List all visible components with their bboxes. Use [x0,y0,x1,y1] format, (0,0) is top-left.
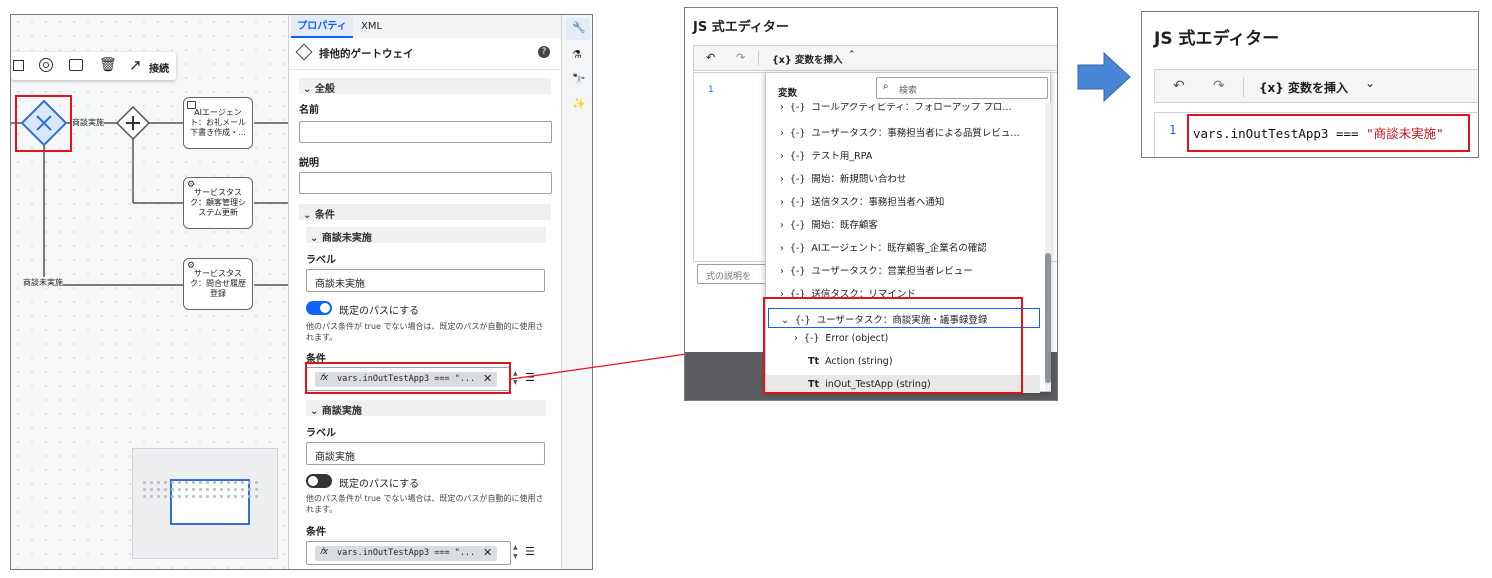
line-number: 1 [708,85,714,95]
dropdown-header: 変数 [778,88,798,99]
list-item[interactable]: › {-} 開始：新規問い合わせ [780,171,906,189]
undo-icon[interactable]: ↶ [1173,78,1185,94]
expanded-variable-highlight [763,297,1023,394]
expression-highlight [305,362,511,394]
list-item-label: 開始：既存顧客 [811,220,878,231]
insert-variable-button[interactable]: {x} 変数を挿入 [1259,79,1348,96]
description-input[interactable]: 式の説明を [697,264,767,284]
chevron-right-icon: › [780,151,790,162]
chevron-down-icon: ⌄ [1365,76,1376,90]
search-icon: ⌕ [883,81,889,92]
var-type-icon: {-} [789,266,812,277]
var-type-icon: {-} [789,220,812,231]
chevron-right-icon: › [780,174,790,185]
list-item[interactable]: › {-} ユーザータスク：営業担当者レビュー [780,263,973,281]
js-editor-dropdown-panel: JS 式エディター ↶ ↷ {x} 変数を挿入 ⌃ 1 式の説明を 変数 ⌕ 検… [684,7,1058,401]
list-item[interactable]: › {-} ゴールアクティビティ：フォローアップ プロ... [780,103,1012,117]
dropdown-scrollbar[interactable] [1045,103,1051,391]
list-item-label: 開始：新規問い合わせ [811,174,907,185]
editor-title: JS 式エディター [1154,29,1280,49]
list-item-label: ユーザータスク：事務担当者による品質レビュ... [811,128,1020,139]
undo-icon[interactable]: ↶ [706,51,715,64]
list-item-label: 送信タスク：事務担当者へ通知 [811,197,945,208]
var-type-icon: {-} [789,151,812,162]
list-item-label: テスト用_RPA [811,151,873,162]
list-item[interactable]: › {-} ユーザータスク：事務担当者による品質レビュ... [780,125,1020,143]
chevron-right-icon: › [780,243,790,254]
toolbar-divider [1243,77,1244,97]
toolbar-divider [758,51,759,66]
list-item[interactable]: › {-} 送信タスク：事務担当者へ通知 [780,194,944,212]
scrollbar-thumb[interactable] [1045,253,1051,383]
variable-search[interactable]: ⌕ 検索 [876,77,1048,99]
var-type-icon: {-} [789,197,812,208]
editor-title: JS 式エディター [693,20,789,35]
list-item[interactable]: › {-} テスト用_RPA [780,148,872,166]
list-item-label: AIエージェント：既存顧客_企業名の確認 [811,243,987,254]
search-placeholder: 検索 [899,86,918,96]
chevron-right-icon: › [780,220,790,231]
list-item-label: ゴールアクティビティ：フォローアップ プロ... [811,103,1012,113]
editor-toolbar: ↶ ↷ {x} 変数を挿入 ⌃ [693,45,1057,71]
flow-arrow-icon [1077,51,1131,103]
list-item[interactable]: › {-} AIエージェント：既存顧客_企業名の確認 [780,240,987,258]
chevron-right-icon: › [780,197,790,208]
chevron-right-icon: › [780,266,790,277]
chevron-right-icon: › [780,103,790,113]
chevron-up-icon: ⌃ [848,50,856,60]
chevron-right-icon: › [780,128,790,139]
var-type-icon: {-} [789,243,812,254]
var-type-icon: {-} [789,103,812,113]
list-item[interactable]: › {-} 開始：既存顧客 [780,217,878,235]
code-highlight [1187,114,1470,152]
var-type-icon: {-} [789,128,812,139]
redo-icon[interactable]: ↷ [736,51,745,64]
redo-icon[interactable]: ↷ [1213,78,1225,94]
editor-toolbar: ↶ ↷ {x} 変数を挿入 ⌄ [1154,69,1478,103]
var-type-icon: {-} [789,174,812,185]
list-item-label: ユーザータスク：営業担当者レビュー [811,266,973,277]
line-number: 1 [1169,123,1177,137]
insert-variable-button[interactable]: {x} 変数を挿入 [772,52,842,66]
js-editor-result-panel: JS 式エディター ↶ ↷ {x} 変数を挿入 ⌄ 1 vars.inOutTe… [1141,11,1479,158]
